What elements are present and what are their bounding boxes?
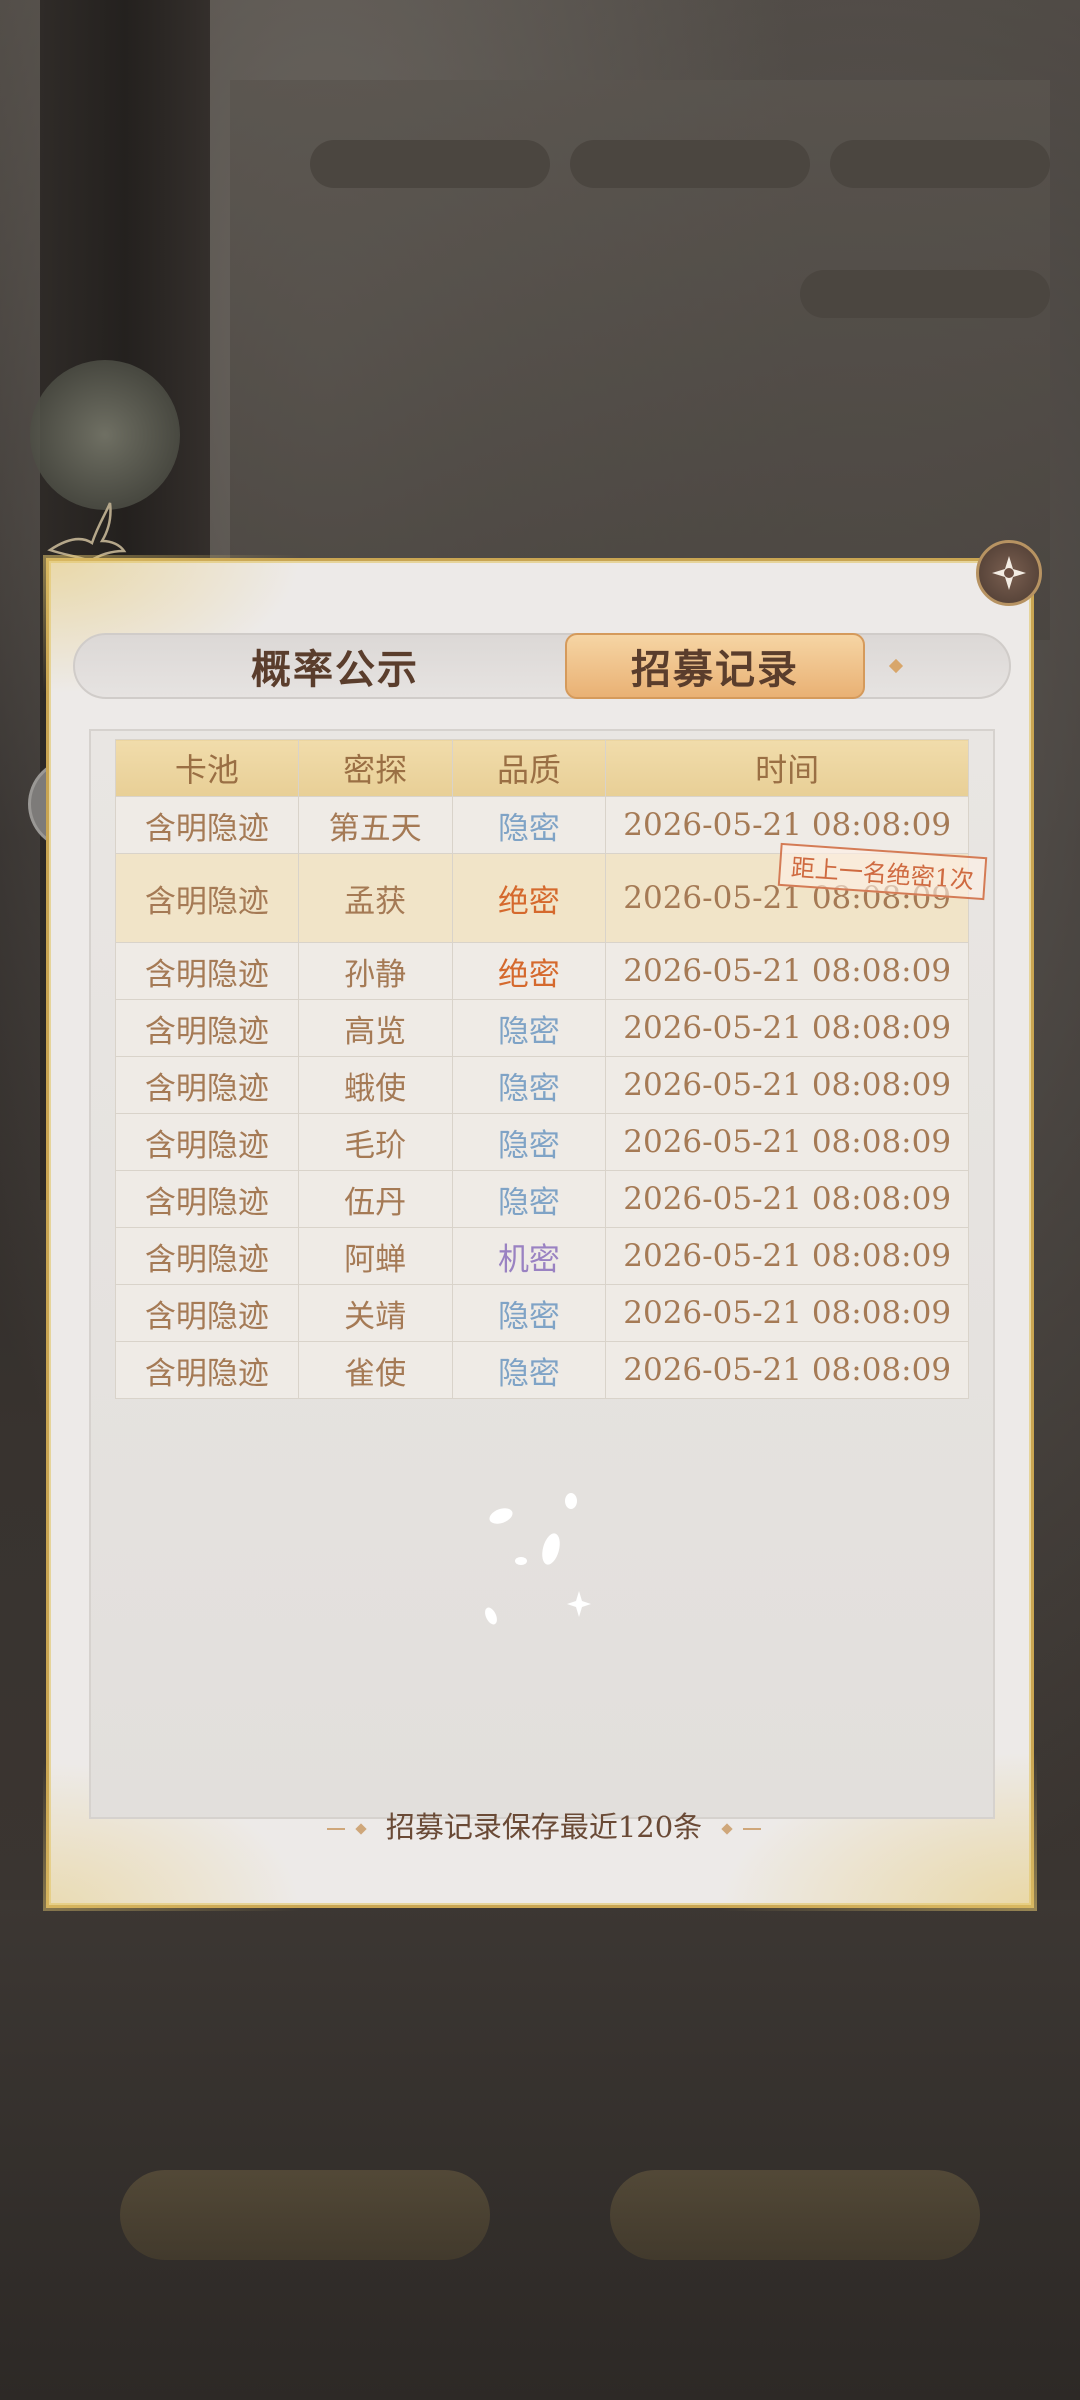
cell-agent: 伍丹	[297, 1170, 453, 1228]
cell-pool: 含明隐迹	[115, 796, 299, 854]
records-footer: 招募记录保存最近120条	[91, 1804, 997, 1846]
cell-time: 距上一名绝密1次 2026-05-21 08:08:09	[605, 842, 988, 943]
cell-time: 2026-05-21 08:08:09	[605, 1341, 969, 1399]
cell-pool: 含明隐迹	[115, 942, 299, 1000]
cell-quality: 绝密	[451, 853, 607, 943]
table-row: 含明隐迹 孟获 绝密 距上一名绝密1次 2026-05-21 08:08:09	[115, 842, 988, 943]
cell-agent: 雀使	[297, 1341, 453, 1399]
cell-agent: 第五天	[297, 796, 453, 854]
table-header-row: 卡池 密探 品质 时间	[115, 739, 969, 797]
cell-quality: 隐密	[451, 1113, 607, 1171]
cell-pool: 含明隐迹	[115, 1227, 299, 1285]
cell-agent: 毛玠	[297, 1113, 453, 1171]
cell-pool: 含明隐迹	[115, 1056, 299, 1114]
cell-quality: 隐密	[451, 1284, 607, 1342]
cell-agent: 孟获	[297, 853, 453, 943]
petal-sparkle-decoration	[485, 1493, 591, 1625]
cell-quality: 绝密	[451, 942, 607, 1000]
tab-bar: 概率公示 招募记录	[73, 633, 1011, 699]
recruit-panel: 概率公示 招募记录 卡池 密探 品质 时间 含明隐迹 第五天 隐密 2026-0…	[43, 555, 1037, 1911]
cell-time: 2026-05-21 08:08:09	[605, 999, 969, 1057]
cell-agent: 蛾使	[297, 1056, 453, 1114]
cell-time: 2026-05-21 08:08:09	[605, 1284, 969, 1342]
cell-pool: 含明隐迹	[115, 1170, 299, 1228]
cell-pool: 含明隐迹	[115, 853, 299, 943]
header-quality: 品质	[451, 739, 607, 797]
cell-quality: 隐密	[451, 1341, 607, 1399]
cell-time: 2026-05-21 08:08:09	[605, 942, 969, 1000]
cell-time: 2026-05-21 08:08:09	[605, 1056, 969, 1114]
table-row: 含明隐迹 蛾使 隐密 2026-05-21 08:08:09	[115, 1056, 969, 1114]
cell-quality: 机密	[451, 1227, 607, 1285]
table-row: 含明隐迹 孙静 绝密 2026-05-21 08:08:09	[115, 942, 969, 1000]
table-row: 含明隐迹 高览 隐密 2026-05-21 08:08:09	[115, 999, 969, 1057]
cell-pool: 含明隐迹	[115, 999, 299, 1057]
close-icon	[992, 556, 1026, 590]
table-row: 含明隐迹 伍丹 隐密 2026-05-21 08:08:09	[115, 1170, 969, 1228]
table-row: 含明隐迹 毛玠 隐密 2026-05-21 08:08:09	[115, 1113, 969, 1171]
cell-pool: 含明隐迹	[115, 1284, 299, 1342]
header-agent: 密探	[297, 739, 453, 797]
cell-quality: 隐密	[451, 999, 607, 1057]
table-row: 含明隐迹 第五天 隐密 2026-05-21 08:08:09	[115, 796, 969, 854]
header-time: 时间	[605, 739, 969, 797]
close-button[interactable]	[976, 540, 1042, 606]
header-pool: 卡池	[115, 739, 299, 797]
cell-quality: 隐密	[451, 1056, 607, 1114]
tab-probability[interactable]: 概率公示	[225, 635, 445, 697]
cell-quality: 隐密	[451, 796, 607, 854]
cell-agent: 关靖	[297, 1284, 453, 1342]
cell-pool: 含明隐迹	[115, 1113, 299, 1171]
cell-agent: 孙静	[297, 942, 453, 1000]
cell-agent: 阿蝉	[297, 1227, 453, 1285]
table-row: 含明隐迹 阿蝉 机密 2026-05-21 08:08:09	[115, 1227, 969, 1285]
cell-quality: 隐密	[451, 1170, 607, 1228]
cell-time: 2026-05-21 08:08:09	[605, 1227, 969, 1285]
table-row: 含明隐迹 关靖 隐密 2026-05-21 08:08:09	[115, 1284, 969, 1342]
cell-pool: 含明隐迹	[115, 1341, 299, 1399]
cell-time: 2026-05-21 08:08:09	[605, 1170, 969, 1228]
cell-agent: 高览	[297, 999, 453, 1057]
table-row: 含明隐迹 雀使 隐密 2026-05-21 08:08:09	[115, 1341, 969, 1399]
tab-recruit-records[interactable]: 招募记录	[565, 633, 865, 699]
records-container: 卡池 密探 品质 时间 含明隐迹 第五天 隐密 2026-05-21 08:08…	[89, 729, 995, 1844]
cell-time: 2026-05-21 08:08:09	[605, 1113, 969, 1171]
records-table: 卡池 密探 品质 时间 含明隐迹 第五天 隐密 2026-05-21 08:08…	[115, 739, 988, 1399]
footer-note: 招募记录保存最近120条	[385, 1810, 703, 1844]
